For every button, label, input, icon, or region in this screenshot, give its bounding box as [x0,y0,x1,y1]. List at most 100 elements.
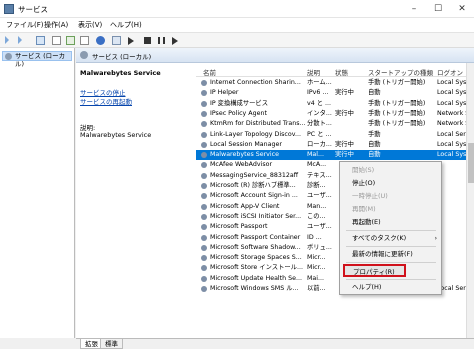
menu-action[interactable]: 操作(A) [44,20,68,30]
menu-bar: ファイル(F) 操作(A) 表示(V) ヘルプ(H) [0,18,474,32]
window-title: サービス [18,5,48,14]
service-name-cell: Local Session Manager [210,140,282,148]
service-desc-cell: インタ... [307,109,332,117]
service-desc-cell: v4 と ... [307,99,332,107]
service-status-cell: 実行中 [335,151,354,159]
restart-service-link[interactable]: サービスの再起動 [80,96,132,106]
service-name-cell: IP 変換構成サービス [210,99,269,107]
export-icon[interactable] [80,36,89,45]
tree-item-services-local[interactable]: サービス (ローカル) [2,51,72,68]
gear-icon [5,53,12,60]
service-status-cell: 実行中 [335,89,354,97]
scrollbar-thumb[interactable] [468,143,474,183]
service-row[interactable]: Local Session Manager ローカ... 実行中 自動 Local Sy… [196,140,466,150]
service-desc-cell: ローカ... [307,140,332,148]
menu-view[interactable]: 表示(V) [78,20,102,30]
maximize-button[interactable]: ☐ [426,0,450,18]
service-desc-cell: テキス... [307,171,332,179]
gear-icon [201,275,207,282]
service-row[interactable]: KtmRm for Distributed Trans... 分散ト... 手動 (… [196,119,466,129]
menu-item-refresh[interactable]: 最新の情報に更新(F) [340,248,441,261]
help-icon[interactable] [96,36,105,45]
menu-item-pause[interactable]: 一時停止(U) [340,190,441,203]
service-desc-cell: Mai... [307,274,325,282]
vertical-scrollbar[interactable] [466,63,474,338]
back-icon[interactable] [5,36,9,44]
service-name-cell: Microsoft Software Shadow... [210,243,301,251]
gear-icon [201,172,207,179]
pane-header: サービス (ローカル) [76,48,474,63]
menu-item-restart[interactable]: 再起動(E) [340,216,441,229]
service-name-cell: Microsoft Update Health Se... [210,274,303,282]
gear-icon [201,286,207,292]
pane-title: サービス (ローカル) [92,53,152,61]
service-row[interactable]: Malwarebytes Service Mal... 実行中 自動 Local Sys… [196,150,466,161]
service-name-cell: Microsoft (R) 診断ハブ標準... [210,182,296,189]
menu-item-properties[interactable]: プロパティ(R) [343,264,406,277]
gear-icon [201,203,207,210]
context-menu: 開始(S) 停止(O) 一時停止(U) 再開(M) 再起動(E) すべてのタスク… [339,161,442,295]
stop-icon[interactable] [144,37,151,44]
menu-separator [346,246,436,247]
menu-help[interactable]: ヘルプ(H) [110,20,142,30]
menu-item-stop[interactable]: 停止(O) [340,177,441,190]
service-desc-cell: ボリュ... [307,243,332,251]
menu-file[interactable]: ファイル(F) [6,20,44,30]
service-row[interactable]: Link-Layer Topology Discov... PC と ... 手動 L… [196,130,466,140]
description-text: Malwarebytes Service [80,131,152,139]
refresh-icon[interactable] [66,36,75,45]
detail-pane: Malwarebytes Service サービスの停止 サービスの再起動 説明… [76,63,196,338]
gear-icon [201,193,207,200]
service-name-cell: McAfee WebAdvisor [210,161,273,169]
gear-icon [201,152,207,159]
play-icon[interactable] [128,37,134,45]
close-button[interactable]: ✕ [450,0,474,18]
service-logon-cell: Network S [437,120,466,128]
service-desc-cell: この... [307,212,326,220]
menu-item-all-tasks[interactable]: すべてのタスク(K) › [340,232,441,245]
gear-icon [201,110,207,117]
gear-icon [80,51,88,59]
service-startup-cell: 手動 (トリガー開始) [368,99,426,107]
service-name-cell: Microsoft Store インストール... [210,264,303,272]
service-desc-cell: ユーザ... [307,192,332,200]
menu-item-start[interactable]: 開始(S) [340,164,441,177]
console-tree: サービス (ローカル) [0,48,75,338]
service-desc-cell: Mal... [307,151,325,159]
list-icon[interactable] [52,36,61,45]
service-row[interactable]: IP Helper IPv6 ... 実行中 自動 Local Syste [196,88,466,98]
minimize-button[interactable]: – [402,0,426,18]
services-app-icon [4,4,14,14]
service-startup-cell: 手動 (トリガー開始) [368,79,426,86]
column-description[interactable]: 説明 [307,67,320,77]
forward-icon[interactable] [18,36,22,44]
service-desc-cell: PC と ... [307,130,332,138]
column-status[interactable]: 状態 [335,67,348,77]
menu-item-resume[interactable]: 再開(M) [340,203,441,216]
tab-standard[interactable]: 標準 [100,339,123,349]
service-logon-cell: Local Syste [437,89,466,97]
pause-icon[interactable] [158,37,165,44]
console-tree-icon[interactable] [36,36,45,45]
restart-icon[interactable] [172,37,178,45]
column-startup-type[interactable]: スタートアップの種類 [368,67,433,77]
service-name-cell: MessagingService_88312aff [210,171,299,179]
gear-icon [201,213,207,220]
menu-separator [346,262,436,263]
service-desc-cell: 以前... [307,285,326,292]
service-name-cell: Microsoft Storage Spaces S... [210,254,302,262]
service-desc-cell: ユーザ... [307,223,332,231]
service-logon-cell: Local Servi [437,130,466,138]
service-desc-cell: ホーム... [307,79,332,86]
menu-item-help[interactable]: ヘルプ(H) [340,281,441,294]
properties-icon[interactable] [112,36,121,45]
column-logon[interactable]: ログオン [437,67,463,77]
gear-icon [201,224,207,231]
service-row[interactable]: IPsec Policy Agent インタ... 実行中 手動 (トリガー開始) Ne… [196,109,466,119]
service-row[interactable]: Internet Connection Sharin... ホーム... 手動 (ト… [196,78,466,88]
gear-icon [201,265,207,272]
column-name[interactable]: 名前 [203,67,216,77]
service-startup-cell: 手動 [368,130,381,138]
toolbar [0,32,474,48]
service-row[interactable]: IP 変換構成サービス v4 と ... 手動 (トリガー開始) Local Syst… [196,99,466,109]
